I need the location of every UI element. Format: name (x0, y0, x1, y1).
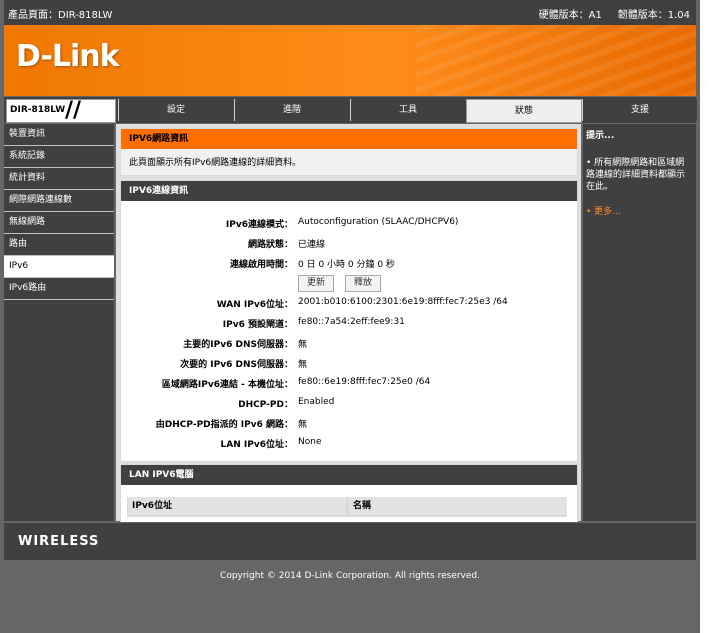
refresh-button[interactable]: 更新 (298, 275, 335, 292)
wan-ipv6-address-label: WAN IPv6位址： (216, 300, 293, 310)
page-margin (700, 0, 720, 633)
info-row: 由DHCP-PD指派的 IPv6 網路： 無 (121, 413, 577, 433)
tab-tools[interactable]: 工具 (350, 99, 465, 121)
sidebar-item-routing[interactable]: 路由 (4, 234, 114, 256)
model-slash-decoration: // (65, 98, 82, 123)
connection-mode-value: Autoconfiguration (SLAAC/DHCPV6) (298, 217, 459, 227)
model-badge: DIR-818LW // (6, 98, 116, 123)
ipv6-network-info-panel: IPV6網路資訊 此頁面顯示所有IPv6網路連線的詳細資料。 (120, 128, 578, 176)
dhcp-pd-network-value: 無 (298, 420, 308, 430)
lan-ipv6-address-value: None (298, 437, 322, 447)
column-ipv6-address: IPv6位址 (128, 497, 346, 515)
hardware-version: 硬體版本：A1 (538, 10, 602, 21)
top-info-bar: 產品頁面：DIR-818LW 硬體版本：A1 韌體版本：1.04 (4, 0, 696, 25)
ipv6-network-info-title: IPV6網路資訊 (121, 129, 577, 149)
info-row: 連線啟用時間： 0 日 0 小時 0 分鐘 0 秒 (121, 253, 577, 273)
info-row: 網路狀態： 已連線 (121, 233, 577, 253)
lan-ipv6-address-label: LAN IPv6位址： (220, 440, 293, 450)
release-button[interactable]: 釋放 (345, 275, 382, 292)
column-name: 名稱 (349, 497, 567, 515)
network-status-label: 網路狀態： (247, 240, 293, 250)
footer-brand-bar: WIRELESS (4, 523, 696, 560)
lan-ipv6-computers-title: LAN IPV6電腦 (121, 465, 577, 485)
sidebar-item-device-info[interactable]: 裝置資訊 (4, 124, 114, 146)
help-title: 提示... (586, 131, 615, 141)
tab-setup[interactable]: 設定 (118, 99, 233, 121)
dhcp-pd-label: DHCP-PD： (238, 400, 293, 410)
copyright-text: Copyright © 2014 D-Link Corporation. All… (220, 571, 480, 581)
product-page-label: 產品頁面：DIR-818LW (8, 10, 113, 21)
connection-uptime-label: 連線啟用時間： (229, 260, 293, 270)
info-row: DHCP-PD： Enabled (121, 393, 577, 413)
connection-mode-label: IPv6連線模式： (225, 220, 293, 230)
default-gateway-value: fe80::7a54:2eff:fee9:31 (298, 317, 405, 327)
sidebar-item-internet-sessions[interactable]: 網際網路連線數 (4, 190, 114, 212)
banner-stripes (416, 25, 696, 96)
tab-status[interactable]: 狀態 (466, 99, 582, 123)
sidebar: 裝置資訊 系統記錄 統計資料 網際網路連線數 無線網路 路由 IPv6 IPv6… (4, 124, 114, 521)
secondary-dns-value: 無 (298, 360, 308, 370)
lan-link-local-value: fe80::6e19:8fff:fec7:25e0 /64 (298, 377, 431, 387)
dhcp-pd-value: Enabled (298, 397, 335, 407)
lan-link-local-label: 區域網路IPv6連結 - 本機位址： (161, 380, 293, 390)
secondary-dns-label: 次要的 IPv6 DNS伺服器： (180, 360, 293, 370)
sidebar-item-logs[interactable]: 系統記錄 (4, 146, 114, 168)
brand-banner: D-Link (4, 25, 696, 96)
sidebar-item-wireless[interactable]: 無線網路 (4, 212, 114, 234)
connection-uptime-value: 0 日 0 小時 0 分鐘 0 秒 (298, 260, 395, 270)
primary-dns-value: 無 (298, 340, 308, 350)
sidebar-item-ipv6[interactable]: IPv6 (4, 256, 114, 278)
model-name: DIR-818LW (10, 105, 66, 115)
dhcp-pd-network-label: 由DHCP-PD指派的 IPv6 網路： (155, 420, 293, 430)
default-gateway-label: IPv6 預設閘道： (222, 320, 293, 330)
main-nav: DIR-818LW // 設定 進階 工具 狀態 支援 (4, 97, 697, 123)
network-status-value: 已連線 (298, 240, 326, 250)
info-row: 次要的 IPv6 DNS伺服器： 無 (121, 353, 577, 373)
lan-ipv6-computers-panel: LAN IPV6電腦 IPv6位址 名稱 (120, 464, 578, 522)
version-info: 硬體版本：A1 韌體版本：1.04 (539, 6, 690, 21)
button-row: 更新 釋放 (121, 273, 577, 293)
tab-advanced[interactable]: 進階 (234, 99, 349, 121)
info-row: WAN IPv6位址： 2001:b010:6100:2301:6e19:8ff… (121, 293, 577, 313)
firmware-version: 韌體版本：1.04 (617, 10, 690, 21)
primary-dns-label: 主要的IPv6 DNS伺服器： (183, 340, 293, 350)
main-content: IPV6網路資訊 此頁面顯示所有IPv6網路連線的詳細資料。 IPV6連線資訊 … (116, 124, 581, 522)
ipv6-connection-panel: IPV6連線資訊 IPv6連線模式： Autoconfiguration (SL… (120, 180, 578, 462)
help-more-link[interactable]: • 更多... (586, 204, 621, 217)
info-row: 主要的IPv6 DNS伺服器： 無 (121, 333, 577, 353)
wan-ipv6-address-value: 2001:b010:6100:2301:6e19:8fff:fec7:25e3 … (298, 297, 508, 307)
tab-support[interactable]: 支援 (582, 99, 697, 121)
info-row: 區域網路IPv6連結 - 本機位址： fe80::6e19:8fff:fec7:… (121, 373, 577, 393)
info-row: LAN IPv6位址： None (121, 433, 577, 453)
sidebar-item-statistics[interactable]: 統計資料 (4, 168, 114, 190)
info-row: IPv6連線模式： Autoconfiguration (SLAAC/DHCPV… (121, 213, 577, 233)
help-panel: 提示... • 所有網際網路和區域網路連線的詳細資料都顯示在此。 • 更多... (583, 124, 696, 521)
wireless-logo: WIRELESS (18, 534, 100, 549)
help-tip: • 所有網際網路和區域網路連線的詳細資料都顯示在此。 (586, 158, 686, 192)
ipv6-connection-title: IPV6連線資訊 (121, 181, 577, 201)
sidebar-item-ipv6-routing[interactable]: IPv6路由 (4, 278, 114, 300)
lan-ipv6-table-header: IPv6位址 名稱 (127, 497, 567, 517)
dlink-logo: D-Link (16, 39, 120, 74)
ipv6-network-info-description: 此頁面顯示所有IPv6網路連線的詳細資料。 (129, 158, 302, 168)
info-row: IPv6 預設閘道： fe80::7a54:2eff:fee9:31 (121, 313, 577, 333)
